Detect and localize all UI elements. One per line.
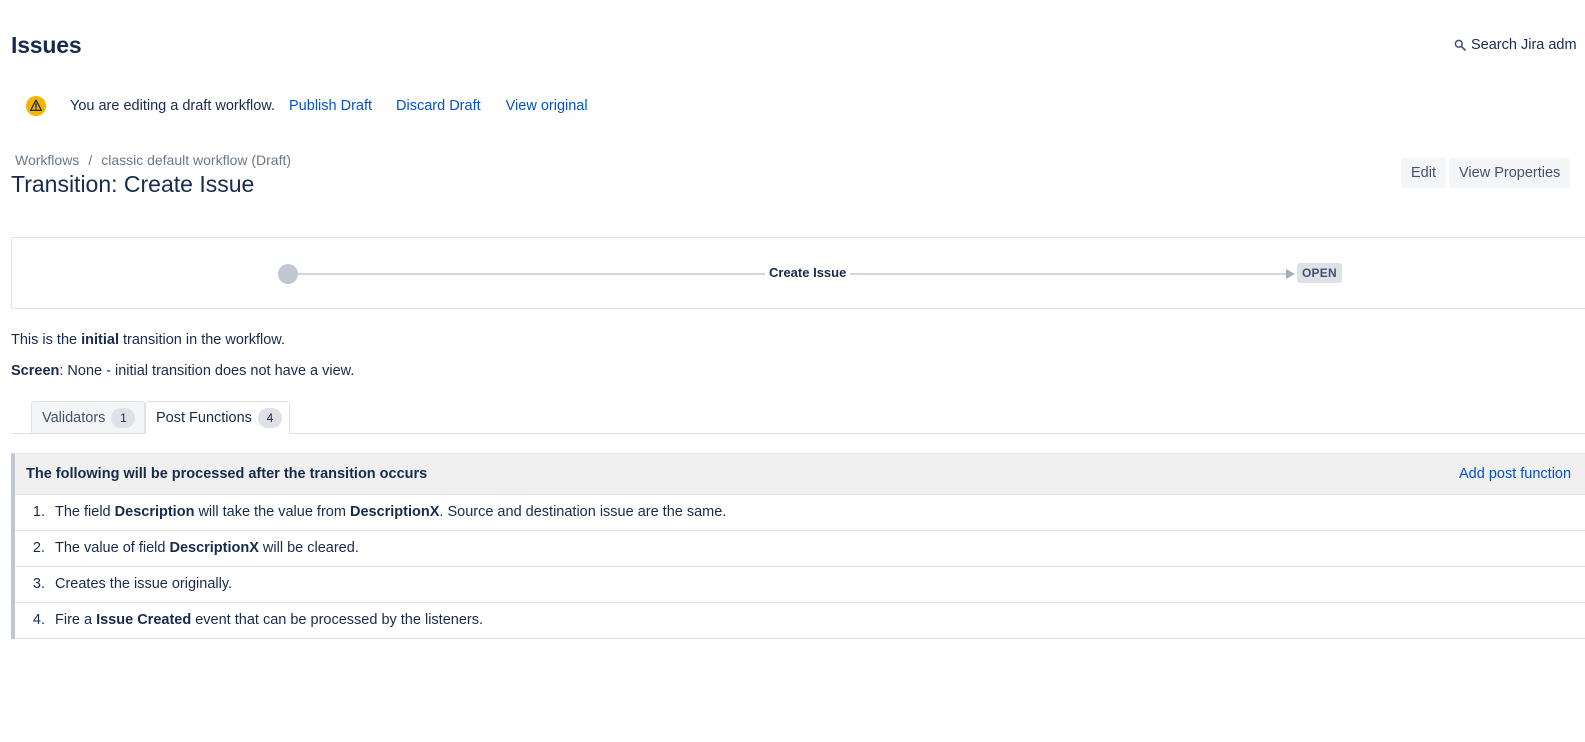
- post-function-row: 3. Creates the issue originally.: [15, 567, 1585, 603]
- screen-label: Screen: [11, 363, 60, 379]
- status-lozenge-open: OPEN: [1297, 263, 1342, 283]
- tab-validators-count: 1: [111, 407, 136, 428]
- breadcrumb: Workflows / classic default workflow (Draf…: [15, 152, 291, 168]
- page-title: Transition: Create Issue: [11, 171, 255, 197]
- post-function-text-part: The value of field: [55, 540, 170, 556]
- post-function-field-name: Description: [114, 504, 195, 520]
- transition-diagram: Create Issue OPEN: [11, 237, 1585, 309]
- arrowhead: [1286, 269, 1295, 279]
- post-function-text-part: will be cleared.: [258, 540, 359, 556]
- post-function-text-part: Fire a: [55, 612, 97, 628]
- page-actions: Edit View Properties: [1401, 158, 1571, 188]
- post-function-field-name: DescriptionX: [349, 504, 440, 520]
- initial-node: [278, 264, 298, 284]
- section-heading: Issues: [11, 32, 82, 58]
- view-properties-button[interactable]: View Properties: [1449, 158, 1571, 188]
- initial-transition-note: This is the initial transition in the wo…: [11, 332, 285, 348]
- draft-message: You are editing a draft workflow.: [70, 98, 276, 114]
- breadcrumb-current-link[interactable]: classic default workflow (Draft): [101, 152, 291, 168]
- post-function-text-part: Creates the issue originally.: [55, 576, 233, 592]
- post-function-number: 2.: [32, 540, 45, 556]
- initial-note-prefix: This is the: [11, 332, 82, 348]
- post-function-text: The value of field DescriptionX will be …: [55, 540, 359, 556]
- post-functions-header: The following will be processed after th…: [15, 454, 1585, 495]
- top-bar: Issues Search Jira adm: [11, 30, 1585, 62]
- draft-notice: You are editing a draft workflow. Publis…: [26, 94, 612, 118]
- tab-post-functions-label: Post Functions: [156, 409, 252, 426]
- view-original-link[interactable]: View original: [506, 98, 588, 114]
- discard-draft-link[interactable]: Discard Draft: [396, 98, 481, 114]
- transition-tabs: Validators 1 Post Functions 4: [11, 401, 1585, 434]
- post-function-row: 4. Fire a Issue Created event that can be…: [15, 603, 1585, 639]
- post-function-text: Fire a Issue Created event that can be p…: [55, 612, 483, 628]
- post-function-text-part: will take the value from: [194, 504, 350, 520]
- breadcrumb-workflows-link[interactable]: Workflows: [15, 152, 79, 168]
- workflow-transition-page: Issues Search Jira adm You are editing a…: [0, 0, 1585, 742]
- post-function-number: 4.: [32, 612, 45, 628]
- warning-icon: [26, 96, 46, 116]
- tab-validators-label: Validators: [42, 409, 106, 426]
- initial-note-suffix: transition in the workflow.: [118, 332, 286, 348]
- post-function-text: The field Description will take the valu…: [55, 504, 726, 520]
- post-function-number: 3.: [32, 576, 45, 592]
- post-function-text-part: event that can be processed by the liste…: [191, 612, 483, 628]
- screen-value: : None - initial transition does not hav…: [59, 363, 355, 379]
- post-function-number: 1.: [32, 504, 45, 520]
- edit-button[interactable]: Edit: [1401, 158, 1446, 188]
- post-function-field-name: Issue Created: [96, 612, 192, 628]
- transition-name-label: Create Issue: [765, 265, 851, 280]
- post-function-row: 1. The field Description will take the va…: [15, 495, 1585, 531]
- initial-note-bold: initial: [81, 332, 119, 348]
- search-icon: [1454, 39, 1466, 51]
- tab-post-functions[interactable]: Post Functions 4: [145, 401, 290, 434]
- publish-draft-link[interactable]: Publish Draft: [289, 98, 372, 114]
- post-function-text-part: The field: [55, 504, 115, 520]
- breadcrumb-separator: /: [88, 152, 93, 168]
- tab-post-functions-count: 4: [257, 407, 282, 428]
- post-functions-panel: The following will be processed after th…: [11, 453, 1585, 639]
- post-function-field-name: DescriptionX: [169, 540, 259, 556]
- add-post-function-link[interactable]: Add post function: [1459, 466, 1571, 482]
- post-function-text: Creates the issue originally.: [55, 576, 232, 592]
- tab-validators[interactable]: Validators 1: [31, 401, 145, 433]
- admin-search-label: Search Jira adm: [1471, 37, 1577, 53]
- admin-search[interactable]: Search Jira adm: [1454, 37, 1577, 53]
- post-function-row: 2. The value of field DescriptionX will b…: [15, 531, 1585, 567]
- post-functions-list: 1. The field Description will take the va…: [15, 495, 1585, 639]
- screen-note: Screen: None - initial transition does n…: [11, 363, 354, 379]
- post-function-text-part: . Source and destination issue are the s…: [439, 504, 727, 520]
- post-functions-heading: The following will be processed after th…: [26, 466, 428, 482]
